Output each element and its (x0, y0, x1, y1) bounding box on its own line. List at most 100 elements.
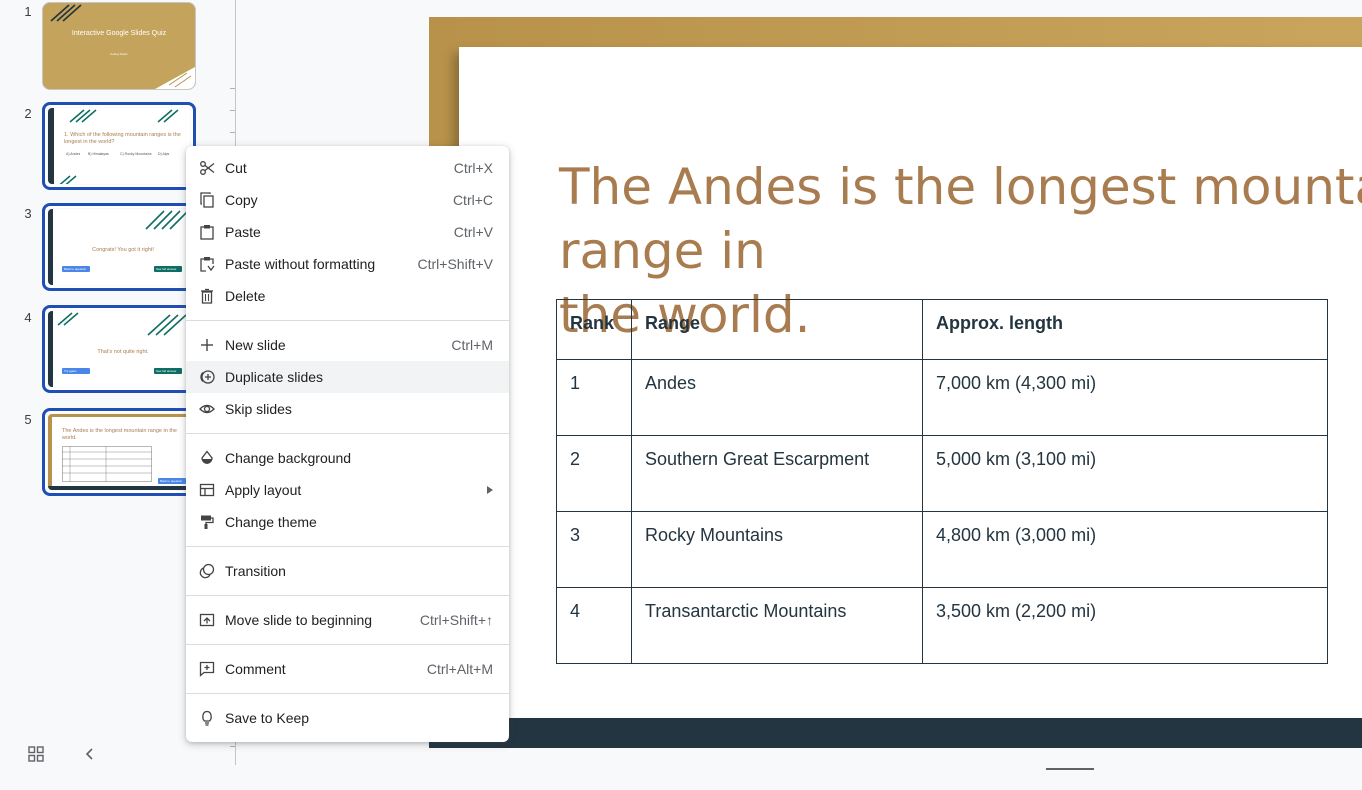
table-cell[interactable]: 4 (556, 587, 632, 664)
clipboard-plain-icon (200, 257, 215, 272)
menu-item-save-to-keep[interactable]: Save to Keep (186, 702, 509, 734)
menu-item-label: Delete (225, 288, 266, 304)
table-cell[interactable]: 2 (556, 435, 632, 512)
thumb-title: Interactive Google Slides Quiz (71, 30, 167, 37)
thumb-subtitle: Kelsey Davis (110, 52, 128, 56)
ruler-tick (230, 746, 235, 747)
slides-editor: 1 Interactive Google Slides Quiz Kelsey … (0, 0, 1362, 790)
slide-number: 4 (24, 310, 32, 325)
table-cell[interactable]: Southern Great Escarpment (631, 435, 923, 512)
thumb-button: Try again (62, 368, 90, 374)
menu-item-shortcut: Ctrl+Alt+M (426, 661, 493, 677)
menu-item-delete[interactable]: Delete (186, 280, 509, 312)
menu-item-shortcut: Ctrl+Shift+V (417, 256, 493, 272)
ruler-tick (230, 88, 235, 89)
table-cell[interactable]: 7,000 km (4,300 mi) (922, 359, 1328, 436)
duplicate-icon (200, 370, 215, 384)
table-cell[interactable]: 4,800 km (3,000 mi) (922, 511, 1328, 588)
thumb-footer-bar (48, 486, 190, 490)
menu-item-change-theme[interactable]: Change theme (186, 506, 509, 538)
trash-icon (201, 288, 213, 304)
table-header-cell[interactable]: Rank (556, 299, 632, 360)
thumb-table (62, 446, 152, 482)
thumb-option: D) Alps (158, 152, 170, 156)
slide-canvas[interactable]: The Andes is the longest mountain range … (429, 17, 1362, 748)
menu-separator (186, 693, 509, 694)
menu-item-shortcut: Ctrl+X (453, 160, 493, 176)
menu-separator (186, 644, 509, 645)
menu-item-shortcut: Ctrl+Shift+↑ (419, 612, 493, 628)
table-header-cell[interactable]: Approx. length (922, 299, 1328, 360)
menu-item-label: Move slide to beginning (225, 612, 373, 628)
menu-item-paste-without-formatting[interactable]: Paste without formatting Ctrl+Shift+V (186, 248, 509, 280)
grid-view-icon[interactable] (22, 740, 50, 768)
slide-number: 3 (24, 206, 32, 221)
submenu-arrow-icon (487, 486, 493, 494)
slide-thumbnail-3[interactable]: Congrats! You got it right! Back to ques… (42, 203, 196, 291)
table-header-cell[interactable]: Range (631, 299, 923, 360)
slide-number: 5 (24, 412, 32, 427)
menu-item-label: Cut (225, 160, 247, 176)
table-row: 2 Southern Great Escarpment 5,000 km (3,… (556, 435, 1328, 512)
menu-item-cut[interactable]: Cut Ctrl+X (186, 152, 509, 184)
menu-item-label: Change background (225, 450, 352, 466)
thumb-button: Back to question (158, 478, 186, 484)
fill-drop-icon (201, 450, 213, 464)
table-cell[interactable]: 3 (556, 511, 632, 588)
menu-item-copy[interactable]: Copy Ctrl+C (186, 184, 509, 216)
menu-separator (186, 433, 509, 434)
table-cell[interactable]: 5,000 km (3,100 mi) (922, 435, 1328, 512)
thumb-title: The Andes is the longest mountain range … (62, 428, 177, 442)
corner-decoration (155, 67, 195, 89)
layout-icon (199, 483, 215, 497)
thumb-text: That's not quite right. (97, 349, 149, 355)
mountain-table[interactable]: Rank Range Approx. length 1 Andes 7,000 … (556, 299, 1328, 664)
menu-item-move-to-beginning[interactable]: Move slide to beginning Ctrl+Shift+↑ (186, 604, 509, 636)
menu-separator (186, 546, 509, 547)
thumb-option: A) Andes (66, 152, 81, 156)
table-cell[interactable]: 3,500 km (2,200 mi) (922, 587, 1328, 664)
table-row: 3 Rocky Mountains 4,800 km (3,000 mi) (556, 511, 1328, 588)
table-header-row: Rank Range Approx. length (556, 299, 1328, 360)
comment-icon (199, 661, 215, 677)
menu-item-skip-slides[interactable]: Skip slides (186, 393, 509, 425)
slide-thumbnail-4[interactable]: That's not quite right. Try again See fu… (42, 305, 196, 393)
eye-icon (199, 404, 215, 414)
table-cell[interactable]: 1 (556, 359, 632, 436)
menu-item-paste[interactable]: Paste Ctrl+V (186, 216, 509, 248)
slide-thumbnail-5[interactable]: The Andes is the longest mountain range … (42, 408, 196, 496)
menu-separator (186, 320, 509, 321)
menu-item-label: Save to Keep (225, 710, 310, 726)
table-cell[interactable]: Transantarctic Mountains (631, 587, 923, 664)
menu-item-label: Paste without formatting (225, 256, 376, 272)
menu-item-apply-layout[interactable]: Apply layout (186, 474, 509, 506)
collapse-filmstrip-icon[interactable] (76, 740, 104, 768)
slide-number: 1 (24, 4, 32, 19)
menu-separator (186, 595, 509, 596)
menu-item-label: Skip slides (225, 401, 292, 417)
menu-item-label: Comment (225, 661, 286, 677)
menu-item-label: New slide (225, 337, 286, 353)
clipboard-icon (200, 225, 214, 240)
table-cell[interactable]: Andes (631, 359, 923, 436)
scissors-icon (200, 161, 215, 175)
menu-item-label: Copy (225, 192, 258, 208)
menu-item-duplicate-slides[interactable]: Duplicate slides (186, 361, 509, 393)
menu-item-shortcut: Ctrl+C (452, 192, 493, 208)
copy-icon (200, 192, 214, 208)
move-up-icon (199, 613, 215, 627)
menu-item-comment[interactable]: Comment Ctrl+Alt+M (186, 653, 509, 685)
thumb-question: 1. Which of the following mountain range… (64, 132, 181, 146)
thumb-text: Congrats! You got it right! (92, 247, 154, 253)
menu-item-change-background[interactable]: Change background (186, 442, 509, 474)
stripes-decoration (50, 4, 82, 22)
scroll-indicator[interactable] (1046, 768, 1094, 770)
slide-thumbnail-2[interactable]: 1. Which of the following mountain range… (42, 102, 196, 190)
menu-item-transition[interactable]: Transition (186, 555, 509, 587)
slide-number: 2 (24, 106, 32, 121)
table-cell[interactable]: Rocky Mountains (631, 511, 923, 588)
menu-item-new-slide[interactable]: New slide Ctrl+M (186, 329, 509, 361)
slide-thumbnail-1[interactable]: Interactive Google Slides Quiz Kelsey Da… (42, 2, 196, 90)
plus-icon (201, 339, 213, 351)
menu-item-label: Duplicate slides (225, 369, 324, 385)
